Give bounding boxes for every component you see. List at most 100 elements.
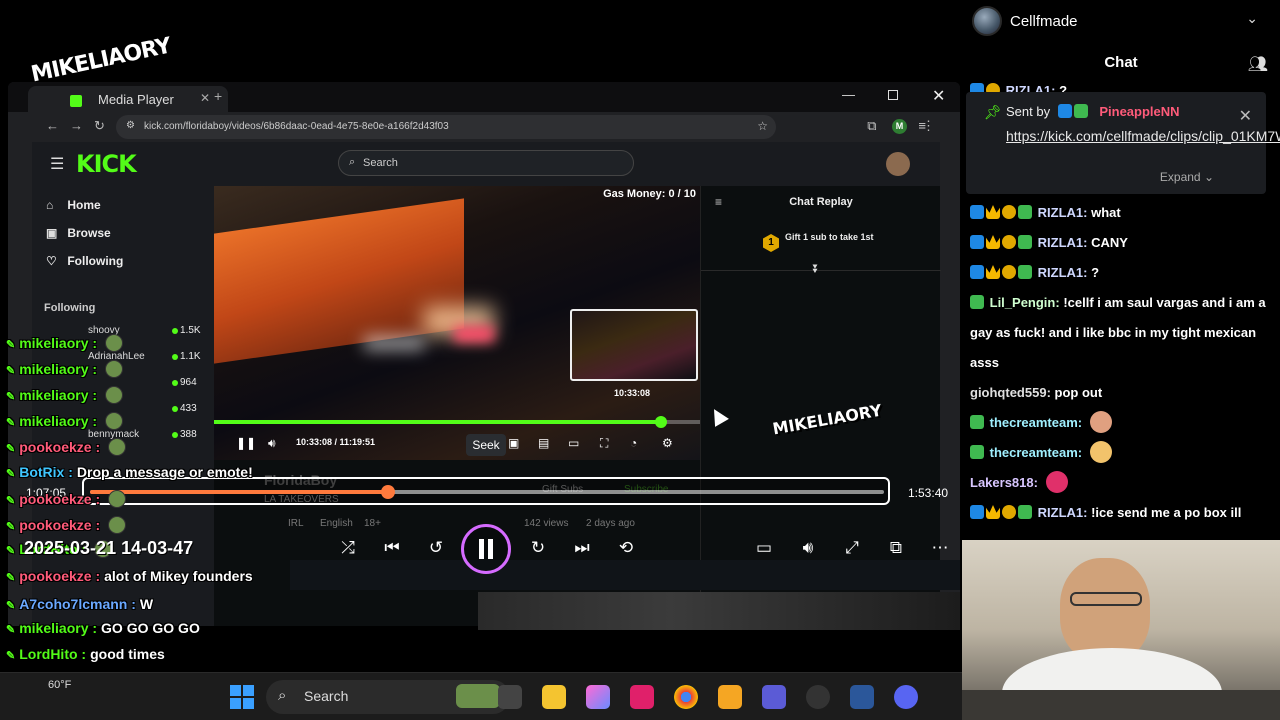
browser-tab[interactable]: Media Player ✕ <box>28 86 228 112</box>
pause-icon <box>479 539 493 559</box>
next-icon[interactable]: ⏭︎ <box>568 538 596 558</box>
taskbar-search[interactable]: ⌕ Search <box>266 680 510 714</box>
webcam-person-glasses <box>1070 592 1142 606</box>
live-dot-icon <box>172 406 178 412</box>
media-seek-handle[interactable] <box>380 485 395 499</box>
video-player[interactable]: Gas Money: 0 / 10 10:33:08 ❚❚ 🔊︎ 10:33:0… <box>214 186 700 460</box>
pinned-link[interactable]: https://kick.com/cellfmade/clips/clip_01… <box>1006 126 1280 146</box>
browser-menu-icon[interactable]: ⋮ <box>922 118 935 134</box>
sidebar-item-browse[interactable]: ▣ Browse <box>46 226 111 240</box>
fullscreen-icon[interactable]: ⛶ <box>600 436 608 451</box>
chat-username[interactable]: RIZLA1: <box>1038 205 1088 220</box>
users-icon[interactable]: 👥︎ <box>1248 54 1268 74</box>
gift-badge-icon <box>1002 205 1016 219</box>
kick-logo[interactable]: KICK <box>76 150 137 178</box>
back-icon[interactable]: ← <box>46 118 59 133</box>
creature-emote-icon <box>1045 471 1068 493</box>
site-info-icon[interactable]: ⚙ <box>126 120 135 131</box>
video-progress-handle[interactable] <box>655 416 668 428</box>
crown-badge-icon <box>986 265 1000 279</box>
crown-badge-icon <box>986 235 1000 249</box>
weather-widget[interactable]: 60°F <box>48 679 71 691</box>
brightness-icon[interactable] <box>718 685 742 709</box>
repeat-off-icon[interactable]: ⟲ <box>612 538 640 558</box>
tab-close-icon[interactable]: ✕ <box>200 91 210 105</box>
subtitles-icon[interactable]: ▭ <box>750 538 778 558</box>
moderator-badge-icon <box>970 265 984 279</box>
tag-english[interactable]: English <box>320 518 353 529</box>
gift-sub-prompt[interactable]: 1 Gift 1 sub to take 1st <box>763 232 874 252</box>
obs-icon[interactable] <box>806 685 830 709</box>
chat-username[interactable]: Lil_Pengin: <box>990 295 1060 310</box>
file-explorer-icon[interactable] <box>542 685 566 709</box>
sidebar-item-label: Browse <box>67 226 111 240</box>
window-close-button[interactable]: ✕ <box>932 86 945 106</box>
profile-avatar[interactable]: M <box>892 119 907 134</box>
bookmark-star-icon[interactable]: ☆ <box>757 119 768 133</box>
window-minimize-button[interactable]: — <box>842 87 855 102</box>
shuffle-icon[interactable]: ⤮ <box>334 538 362 558</box>
pause-icon[interactable]: ❚❚ <box>236 436 256 450</box>
seek-tooltip: Seek <box>466 434 506 456</box>
chat-message: RIZLA1: what <box>970 198 1274 228</box>
emote-icon <box>108 516 127 534</box>
chevron-down-icon[interactable]: ⌄ <box>1246 10 1258 27</box>
tag-18plus[interactable]: 18+ <box>364 518 381 529</box>
chat-message: RIZLA1: !ice send me a po box ill <box>970 498 1274 528</box>
previous-icon[interactable]: ⏮︎ <box>378 538 406 558</box>
chat-username[interactable]: thecreamteam: <box>990 415 1083 430</box>
chevron-down-icon[interactable]: ⏬︎ <box>813 262 819 277</box>
chat-username[interactable]: Lakers818: <box>970 475 1038 490</box>
close-icon[interactable]: ✕ <box>1239 106 1252 126</box>
tag-irl[interactable]: IRL <box>288 518 304 529</box>
chat-username[interactable]: RIZLA1: <box>1038 505 1088 520</box>
chrome-icon[interactable] <box>674 685 698 709</box>
window-maximize-button[interactable] <box>888 90 898 100</box>
sidebar-item-following[interactable]: ♡ Following <box>46 254 123 268</box>
divider <box>701 270 941 271</box>
more-options-icon[interactable]: ⋯ <box>926 538 954 558</box>
reload-icon[interactable]: ↻ <box>94 118 105 134</box>
chat-username[interactable]: RIZLA1: <box>1038 265 1088 280</box>
kick-search-input[interactable]: ⌕ Search <box>338 150 634 176</box>
new-tab-icon[interactable]: + <box>214 88 222 104</box>
media-seek-track[interactable] <box>90 485 884 499</box>
task-view-icon[interactable] <box>498 685 522 709</box>
sidebar-item-home[interactable]: ⌂ Home <box>46 198 101 212</box>
chat-username[interactable]: RIZLA1: <box>1038 235 1088 250</box>
forward-icon[interactable]: → <box>70 118 83 133</box>
miniplayer-icon[interactable]: ▣ <box>508 436 519 450</box>
url-field[interactable]: ⚙ kick.com/floridaboy/videos/6b86daac-0e… <box>116 115 776 139</box>
theater-mode-icon[interactable]: ▭ <box>568 436 579 450</box>
miniplayer-icon[interactable]: ⧉ <box>882 538 910 558</box>
copilot-icon[interactable] <box>586 685 610 709</box>
fullscreen-icon[interactable]: ⤢ <box>838 538 866 558</box>
pencil-icon: ✎ <box>6 443 16 455</box>
hamburger-menu-icon[interactable]: ☰ <box>50 154 64 174</box>
volume-icon[interactable]: 🔊︎ <box>268 436 276 451</box>
speed-icon[interactable]: ◔ <box>630 436 637 450</box>
volume-icon[interactable]: 🔊︎ <box>794 538 822 558</box>
forward-30-icon[interactable]: ↻ <box>524 538 552 558</box>
discord-icon[interactable] <box>894 685 918 709</box>
media-pause-button[interactable] <box>461 524 511 574</box>
channel-header[interactable]: Cellfmade <box>972 6 1078 36</box>
settings-gear-icon[interactable]: ⚙ <box>662 436 673 450</box>
start-button[interactable] <box>230 685 254 709</box>
dev-app-icon[interactable] <box>762 685 786 709</box>
word-icon[interactable] <box>850 685 874 709</box>
video-progress-bar[interactable] <box>214 416 700 428</box>
kick-search-placeholder: Search <box>363 157 398 169</box>
subscriber-badge-icon <box>970 445 984 459</box>
chat-username[interactable]: thecreamteam: <box>990 445 1083 460</box>
chat-message: RIZLA1: ? <box>970 258 1274 288</box>
pinned-username[interactable]: PineappleNN <box>1099 104 1179 119</box>
picsart-icon[interactable] <box>630 685 654 709</box>
clip-icon[interactable]: ▤ <box>538 436 549 450</box>
chat-username[interactable]: giohqted559: <box>970 385 1051 400</box>
chat-message: Lakers818: <box>970 468 1274 498</box>
expand-button[interactable]: Expand ⌄ <box>1160 170 1214 184</box>
media-seek-bar[interactable] <box>82 477 890 505</box>
user-avatar[interactable] <box>886 152 910 176</box>
rewind-10-icon[interactable]: ↺ <box>422 538 450 558</box>
